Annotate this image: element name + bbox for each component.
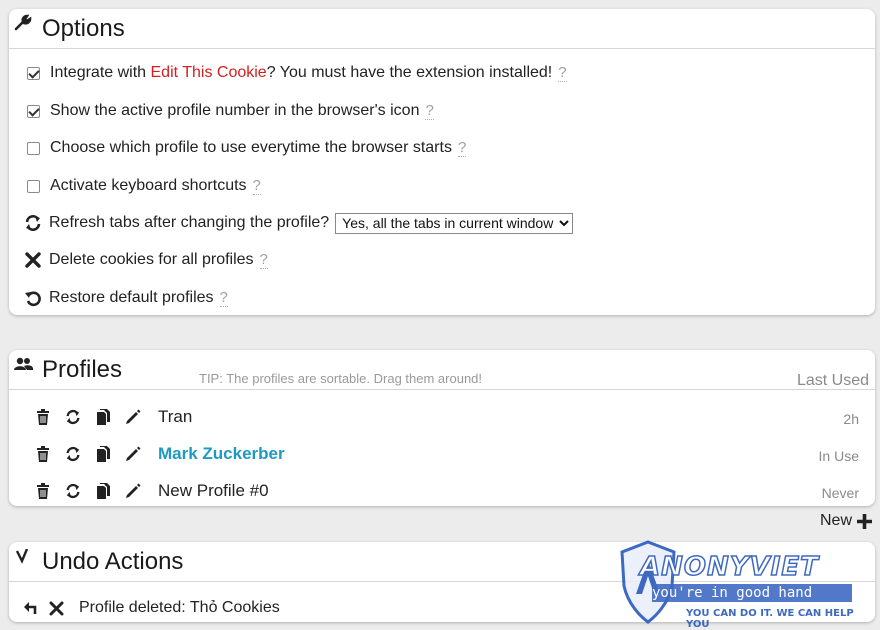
restore-help[interactable]: ? <box>219 289 228 307</box>
trash-icon[interactable] <box>33 444 53 464</box>
undo-arrow-icon <box>14 548 32 567</box>
profiles-title: Profiles <box>42 356 123 383</box>
restore-label: Restore default profiles <box>49 289 214 306</box>
copy-icon[interactable] <box>93 407 113 427</box>
option-integrate[interactable]: Integrate with Edit This Cookie ? You mu… <box>23 62 567 84</box>
refresh-label: Refresh tabs after changing the profile? <box>49 214 330 231</box>
users-icon <box>14 357 34 375</box>
pencil-icon[interactable] <box>123 481 143 501</box>
swap-icon[interactable] <box>63 444 83 464</box>
new-profile-button[interactable]: New <box>820 512 873 530</box>
show-number-label: Show the active profile number in the br… <box>50 102 420 119</box>
watermark-tagline: YOU CAN DO IT. WE CAN HELP YOU <box>686 608 854 630</box>
profile-last-used: 2h <box>843 411 859 427</box>
swap-icon[interactable] <box>63 481 83 501</box>
pencil-icon[interactable] <box>123 407 143 427</box>
integrate-prefix: Integrate with <box>50 64 151 81</box>
trash-icon[interactable] <box>33 481 53 501</box>
undo-title: Undo Actions <box>42 548 184 575</box>
option-restore[interactable]: Restore default profiles ? <box>23 287 228 309</box>
shortcuts-checkbox[interactable] <box>27 179 40 193</box>
watermark-slogan: you're in good hand <box>652 585 813 601</box>
choose-profile-checkbox[interactable] <box>27 141 40 155</box>
x-icon <box>23 250 43 270</box>
profiles-tip: TIP: The profiles are sortable. Drag the… <box>199 371 483 386</box>
integrate-suffix: ? You must have the extension installed! <box>266 64 553 81</box>
copy-icon[interactable] <box>93 444 113 464</box>
shortcuts-label: Activate keyboard shortcuts <box>50 177 247 194</box>
option-refresh: Refresh tabs after changing the profile?… <box>23 212 574 234</box>
restore-icon <box>23 288 43 308</box>
refresh-tabs-select[interactable]: Yes, all the tabs in current window <box>335 212 574 234</box>
swap-icon[interactable] <box>63 407 83 427</box>
watermark-brand: ANONYVIET <box>639 551 819 583</box>
profiles-header: Profiles TIP: The profiles are sortable.… <box>9 350 875 390</box>
dismiss-undo-icon[interactable] <box>49 601 69 616</box>
profile-name[interactable]: New Profile #0 <box>158 481 269 501</box>
show-number-checkbox[interactable] <box>27 104 40 118</box>
last-used-header: Last Used <box>796 372 869 389</box>
options-panel: Options Integrate with Edit This Cookie … <box>9 9 875 315</box>
copy-icon[interactable] <box>93 481 113 501</box>
new-profile-label: New <box>819 512 852 529</box>
show-number-help[interactable]: ? <box>425 102 434 120</box>
option-delete-cookies[interactable]: Delete cookies for all profiles ? <box>23 249 268 271</box>
profile-row[interactable]: Tran 2h <box>33 402 863 432</box>
refresh-icon <box>23 213 43 233</box>
option-shortcuts[interactable]: Activate keyboard shortcuts ? <box>23 175 261 197</box>
integrate-help[interactable]: ? <box>558 64 567 82</box>
trash-icon[interactable] <box>33 407 53 427</box>
wrench-icon <box>14 14 32 32</box>
profile-last-used: Never <box>821 485 859 501</box>
profile-row[interactable]: New Profile #0 Never <box>33 476 863 506</box>
option-choose-profile[interactable]: Choose which profile to use everytime th… <box>23 137 467 159</box>
delete-cookies-label: Delete cookies for all profiles <box>49 251 254 268</box>
choose-profile-label: Choose which profile to use everytime th… <box>50 139 452 156</box>
delete-cookies-help[interactable]: ? <box>259 251 268 269</box>
pencil-icon[interactable] <box>123 444 143 464</box>
undo-item-text: Profile deleted: Thỏ Cookies <box>79 599 280 616</box>
profile-last-used: In Use <box>818 448 859 464</box>
integrate-checkbox[interactable] <box>27 66 40 80</box>
shortcuts-help[interactable]: ? <box>252 177 261 195</box>
choose-profile-help[interactable]: ? <box>457 139 467 157</box>
plus-icon <box>856 513 873 530</box>
profile-name[interactable]: Tran <box>158 407 192 427</box>
profile-name[interactable]: Mark Zuckerber <box>158 444 285 464</box>
watermark-logo: ANONYVIET you're in good hand YOU CAN DO… <box>616 540 878 630</box>
options-header: Options <box>9 9 875 49</box>
option-show-number[interactable]: Show the active profile number in the br… <box>23 100 434 122</box>
options-title: Options <box>42 15 125 42</box>
edit-this-cookie-link[interactable]: Edit This Cookie <box>151 64 267 82</box>
undo-item: Profile deleted: Thỏ Cookies <box>23 596 280 620</box>
profile-row[interactable]: Mark Zuckerber In Use <box>33 439 863 469</box>
undo-action-icon[interactable] <box>23 600 43 616</box>
profiles-panel: Profiles TIP: The profiles are sortable.… <box>9 350 875 506</box>
